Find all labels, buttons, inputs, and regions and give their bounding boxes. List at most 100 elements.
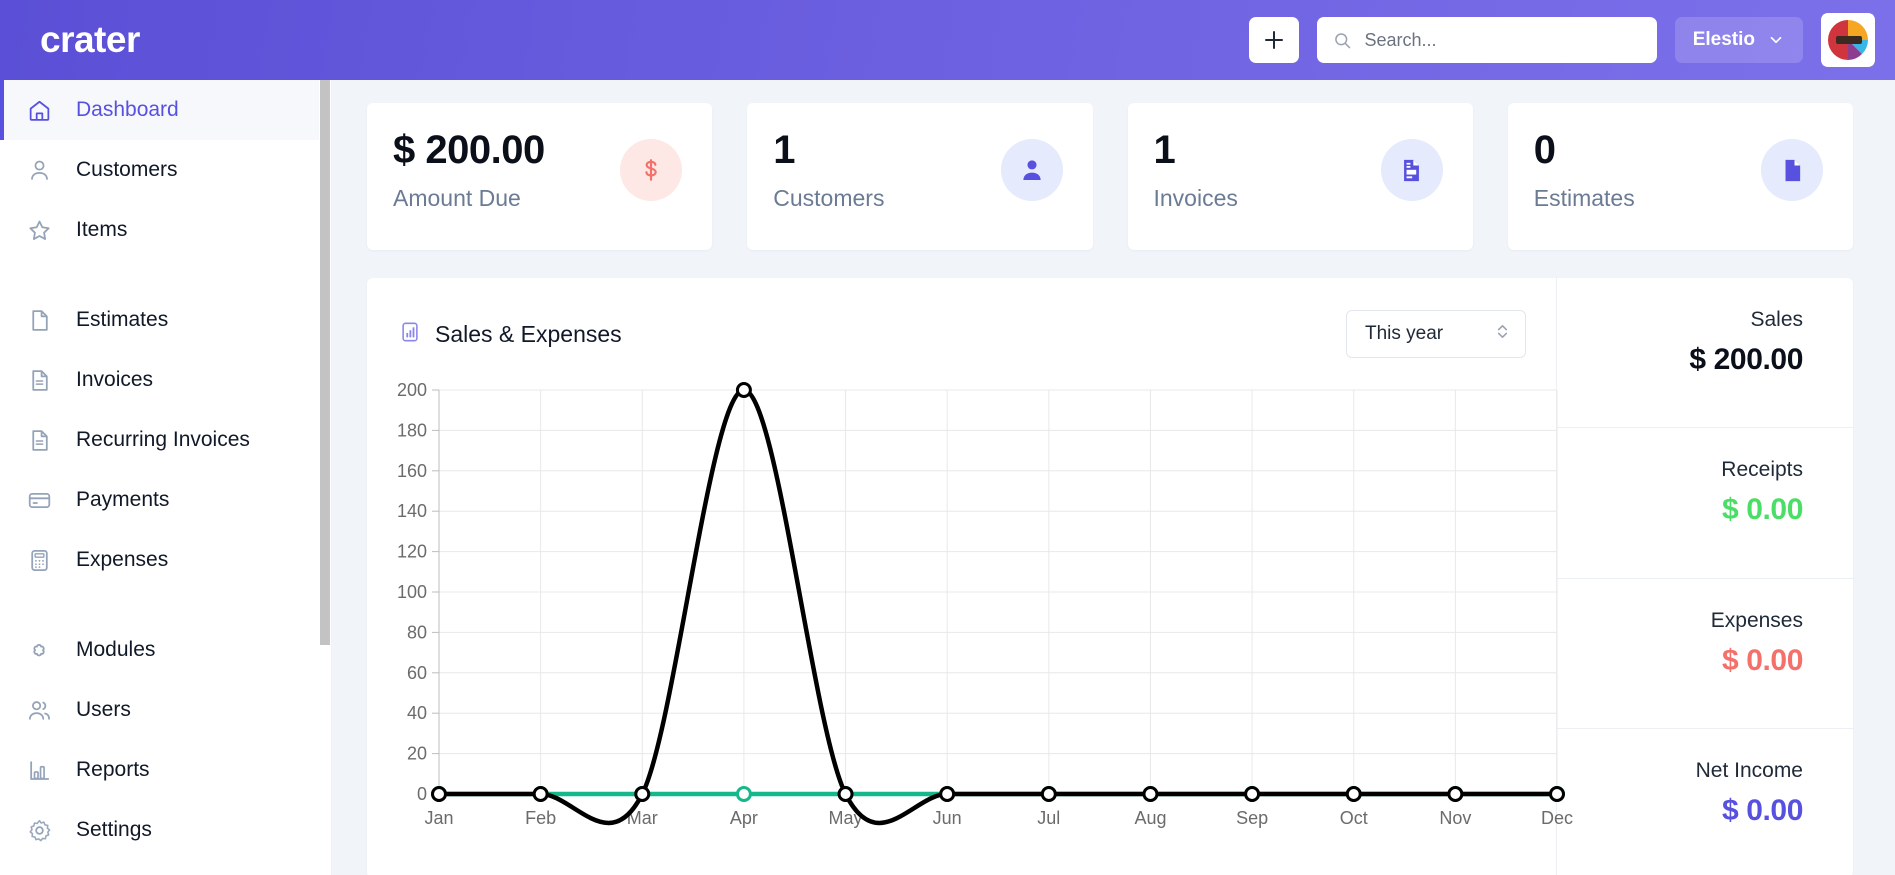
sidebar-item-label: Modules	[76, 638, 155, 662]
add-new-button[interactable]	[1249, 17, 1299, 63]
sidebar-item-modules[interactable]: Modules	[0, 620, 331, 680]
sidebar-item-label: Reports	[76, 758, 150, 782]
dollar-icon	[620, 139, 682, 201]
svg-text:Apr: Apr	[730, 808, 758, 828]
users-icon	[26, 698, 52, 723]
summary-block-sales: Sales $ 200.00	[1557, 278, 1853, 428]
sidebar-item-label: Dashboard	[76, 98, 179, 122]
search-input[interactable]	[1365, 30, 1641, 51]
svg-text:180: 180	[397, 420, 427, 440]
chart-panel: Sales & Expenses This year 0204060801001…	[367, 278, 1556, 875]
svg-text:200: 200	[397, 380, 427, 400]
sidebar-divider-2	[0, 590, 331, 620]
stat-value: $ 200.00	[393, 129, 545, 171]
svg-text:Oct: Oct	[1340, 808, 1368, 828]
summary-value: $ 200.00	[1557, 343, 1803, 377]
svg-text:Feb: Feb	[525, 808, 556, 828]
calculator-icon	[26, 548, 52, 573]
sidebar-item-label: Estimates	[76, 308, 168, 332]
sidebar-item-users[interactable]: Users	[0, 680, 331, 740]
sidebar-item-label: Recurring Invoices	[76, 428, 250, 452]
elestio-logo-avatar	[1822, 14, 1874, 66]
sidebar-scrollbar-thumb[interactable]	[320, 80, 330, 645]
recurring-invoice-icon	[26, 428, 52, 453]
bar-chart-icon	[26, 758, 52, 783]
search-box[interactable]	[1317, 17, 1657, 63]
stat-label: Invoices	[1154, 185, 1238, 212]
sidebar-navigation: Dashboard Customers Items Estimates	[0, 80, 332, 875]
chart-header: Sales & Expenses This year	[367, 310, 1556, 358]
sidebar-scrollbar[interactable]	[319, 80, 331, 875]
period-select[interactable]: This year	[1346, 310, 1526, 358]
user-filled-icon	[1001, 139, 1063, 201]
svg-text:100: 100	[397, 582, 427, 602]
sidebar-item-customers[interactable]: Customers	[0, 140, 331, 200]
summary-label: Sales	[1557, 308, 1803, 332]
sidebar-item-label: Settings	[76, 818, 152, 842]
sidebar-item-invoices[interactable]: Invoices	[0, 350, 331, 410]
stat-value: 0	[1534, 129, 1635, 171]
period-select-value: This year	[1365, 323, 1443, 345]
svg-text:60: 60	[407, 663, 427, 683]
chart-plot-area: 020406080100120140160180200JanFebMarAprM…	[367, 376, 1556, 875]
gear-icon	[26, 818, 52, 843]
invoice-filled-icon	[1381, 139, 1443, 201]
summary-block-receipts: Receipts $ 0.00	[1557, 428, 1853, 578]
svg-text:80: 80	[407, 622, 427, 642]
user-menu-button[interactable]: Elestio	[1675, 17, 1803, 63]
svg-text:Jan: Jan	[424, 808, 453, 828]
sidebar-item-estimates[interactable]: Estimates	[0, 290, 331, 350]
chart-title-wrap: Sales & Expenses	[399, 321, 622, 348]
summary-panel: Sales $ 200.00 Receipts $ 0.00 Expenses …	[1556, 278, 1853, 875]
sidebar-item-label: Invoices	[76, 368, 153, 392]
stat-label: Customers	[773, 185, 884, 212]
sidebar-item-label: Items	[76, 218, 127, 242]
sidebar-item-reports[interactable]: Reports	[0, 740, 331, 800]
user-menu-label: Elestio	[1693, 29, 1755, 51]
sidebar-item-settings[interactable]: Settings	[0, 800, 331, 860]
stat-card-invoices[interactable]: 1 Invoices	[1128, 103, 1473, 250]
svg-text:40: 40	[407, 703, 427, 723]
document-filled-icon	[1761, 139, 1823, 201]
home-icon	[26, 98, 52, 123]
bar-chart-icon	[399, 321, 421, 348]
chevron-up-down-icon	[1494, 322, 1511, 347]
main-content: $ 200.00 Amount Due 1 Customers	[332, 80, 1895, 875]
puzzle-icon	[26, 638, 52, 663]
sidebar-item-label: Users	[76, 698, 131, 722]
sidebar-item-dashboard[interactable]: Dashboard	[0, 80, 331, 140]
sidebar-item-payments[interactable]: Payments	[0, 470, 331, 530]
stat-card-amount-due[interactable]: $ 200.00 Amount Due	[367, 103, 712, 250]
sidebar-item-expenses[interactable]: Expenses	[0, 530, 331, 590]
sidebar-item-label: Customers	[76, 158, 178, 182]
stat-card-customers[interactable]: 1 Customers	[747, 103, 1092, 250]
svg-text:Jul: Jul	[1037, 808, 1060, 828]
document-icon	[26, 308, 52, 333]
chart-title: Sales & Expenses	[435, 321, 622, 348]
summary-block-expenses: Expenses $ 0.00	[1557, 579, 1853, 729]
avatar[interactable]	[1821, 13, 1875, 67]
sidebar-item-items[interactable]: Items	[0, 200, 331, 260]
star-icon	[26, 218, 52, 243]
summary-block-net-income: Net Income $ 0.00	[1557, 729, 1853, 875]
top-header-bar: crater Elestio	[0, 0, 1895, 80]
search-icon	[1333, 30, 1352, 51]
stat-value: 1	[1154, 129, 1238, 171]
svg-text:Dec: Dec	[1541, 808, 1573, 828]
header-actions: Elestio	[1249, 13, 1875, 67]
svg-text:140: 140	[397, 501, 427, 521]
svg-text:Aug: Aug	[1134, 808, 1166, 828]
sidebar-item-recurring-invoices[interactable]: Recurring Invoices	[0, 410, 331, 470]
svg-text:Jun: Jun	[933, 808, 962, 828]
app-logo[interactable]: crater	[40, 19, 140, 61]
svg-text:Nov: Nov	[1439, 808, 1471, 828]
sidebar-divider-1	[0, 260, 331, 290]
sidebar-item-label: Payments	[76, 488, 169, 512]
invoice-icon	[26, 368, 52, 393]
sales-expenses-line-chart: 020406080100120140160180200JanFebMarAprM…	[367, 376, 1597, 846]
svg-text:160: 160	[397, 461, 427, 481]
stat-card-estimates[interactable]: 0 Estimates	[1508, 103, 1853, 250]
sales-expenses-panel: Sales & Expenses This year 0204060801001…	[367, 278, 1853, 875]
plus-icon	[1262, 28, 1286, 52]
svg-text:20: 20	[407, 744, 427, 764]
